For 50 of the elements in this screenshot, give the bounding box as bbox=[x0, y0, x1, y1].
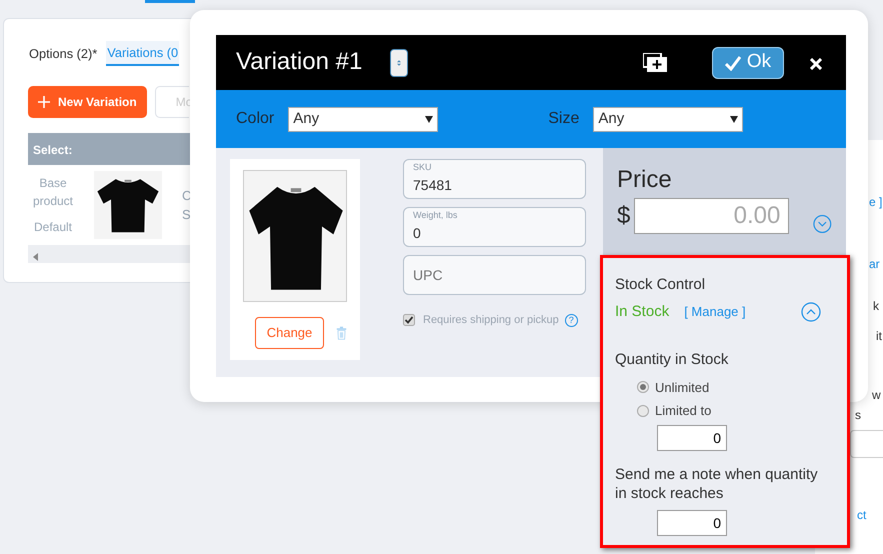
stock-status: In Stock bbox=[615, 302, 670, 322]
filter-label: Size bbox=[548, 109, 580, 129]
label: w bbox=[872, 387, 881, 404]
check-icon bbox=[724, 54, 741, 70]
expand-icon[interactable] bbox=[813, 214, 832, 234]
close-icon bbox=[810, 58, 822, 70]
label: s bbox=[855, 407, 861, 424]
change-button[interactable]: Change bbox=[255, 317, 324, 349]
new-variation-button[interactable]: New Variation bbox=[28, 86, 147, 118]
quantity-field[interactable]: 0 bbox=[657, 510, 727, 536]
duplicate-icon bbox=[643, 53, 667, 72]
input-field[interactable]: UPC bbox=[403, 255, 586, 295]
radio-option[interactable]: Unlimited bbox=[637, 378, 821, 397]
row-label: Base product bbox=[32, 175, 74, 210]
label: k bbox=[873, 298, 879, 315]
select-field[interactable]: Any bbox=[288, 106, 438, 132]
price-title: Price bbox=[617, 165, 673, 195]
cell-text: S bbox=[182, 206, 192, 224]
stepper-button[interactable] bbox=[390, 48, 408, 76]
section-title: Stock Control bbox=[615, 275, 706, 295]
scroll-left-icon bbox=[33, 252, 38, 261]
plus-icon bbox=[38, 96, 50, 108]
collapse-icon[interactable] bbox=[801, 302, 821, 322]
link[interactable]: e ] bbox=[869, 193, 882, 211]
caret-icon bbox=[730, 116, 738, 122]
field-label: SKU bbox=[413, 163, 432, 172]
currency-label: $ bbox=[617, 201, 630, 231]
caret-icon bbox=[425, 116, 434, 122]
ok-button[interactable]: Ok bbox=[712, 46, 784, 78]
price-field[interactable]: 0.00 bbox=[634, 198, 790, 234]
cell-text: C bbox=[182, 186, 192, 205]
link[interactable]: ct bbox=[857, 506, 866, 524]
input-field[interactable] bbox=[850, 430, 883, 458]
select-field[interactable]: Any bbox=[593, 106, 744, 132]
row-sub-label: Default bbox=[32, 219, 74, 236]
manage-link[interactable]: [ Manage ] bbox=[684, 302, 746, 322]
modal-title: Variation #1 bbox=[236, 48, 362, 77]
field-label: Quantity in Stock bbox=[615, 350, 730, 370]
tab[interactable]: Variations (0 bbox=[106, 41, 180, 66]
field-label: Weight, lbs bbox=[413, 211, 458, 220]
field-label: Send me a note when quantity in stock reaches bbox=[615, 464, 819, 504]
quantity-field[interactable]: 0 bbox=[657, 424, 727, 450]
checkbox[interactable] bbox=[403, 314, 415, 326]
tab[interactable]: Options (2)* bbox=[28, 42, 98, 66]
filter-label: Color bbox=[236, 109, 274, 129]
link[interactable]: ar bbox=[869, 255, 880, 273]
checkbox-label: Requires shipping or pickup bbox=[423, 313, 559, 328]
help-icon[interactable]: ? bbox=[564, 314, 578, 327]
radio-option[interactable]: Limited to bbox=[637, 401, 821, 420]
label: it bbox=[876, 328, 882, 345]
